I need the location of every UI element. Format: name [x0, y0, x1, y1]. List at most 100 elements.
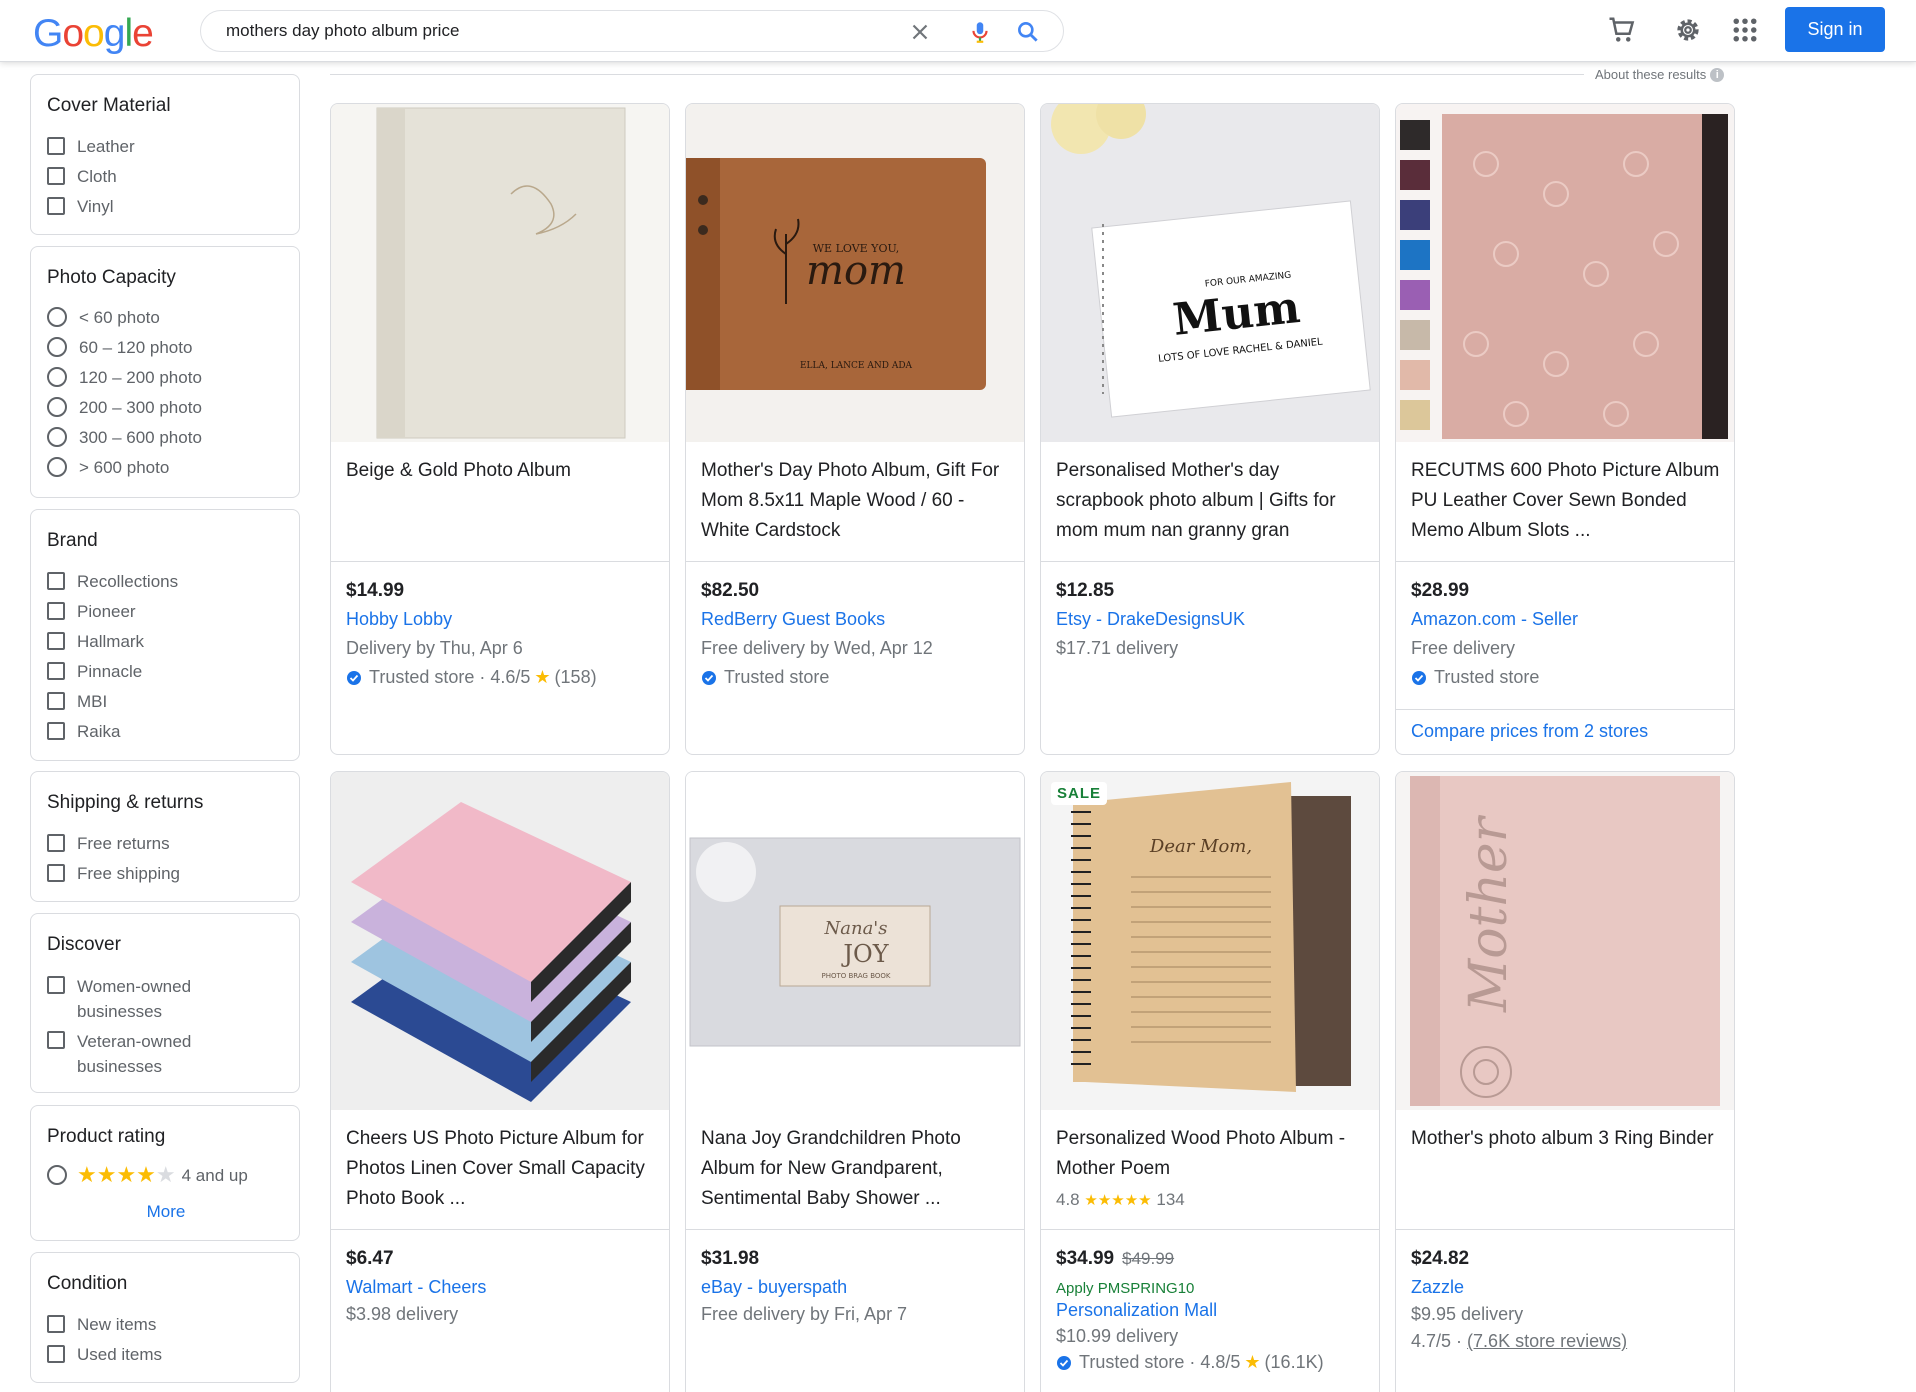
price: $31.98 — [701, 1248, 760, 1269]
product-title[interactable]: Cheers US Photo Picture Album for Photos… — [346, 1124, 658, 1214]
product-title[interactable]: Beige & Gold Photo Album — [346, 456, 658, 486]
filter-option-capacity[interactable]: 60 – 120 photo — [47, 336, 192, 360]
product-card[interactable]: Beige & Gold Photo Album $14.99 Hobby Lo… — [330, 103, 670, 755]
search-icon[interactable] — [1015, 19, 1041, 45]
checkbox[interactable] — [47, 662, 65, 680]
product-image[interactable]: Mum FOR OUR AMAZING LOTS OF LOVE RACHEL … — [1041, 104, 1379, 442]
filter-option-women-owned[interactable]: Women-owned businesses — [47, 974, 237, 1024]
trusted-store: Trusted store · 4.8/5 ★ (16.1K) — [1056, 1352, 1324, 1373]
product-card[interactable]: Mother Mother's photo album 3 Ring Binde… — [1395, 771, 1735, 1392]
checkbox[interactable] — [47, 1345, 65, 1363]
compare-prices-link[interactable]: Compare prices from 2 stores — [1411, 721, 1648, 742]
store-link[interactable]: Amazon.com - Seller — [1411, 609, 1578, 630]
product-card[interactable]: mom WE LOVE YOU, ELLA, LANCE AND ADA Mot… — [685, 103, 1025, 755]
radio[interactable] — [47, 397, 67, 417]
filter-option-brand[interactable]: MBI — [47, 690, 107, 714]
more-link[interactable]: More — [31, 1202, 301, 1222]
about-results[interactable]: About these results i — [1595, 67, 1725, 82]
radio[interactable] — [47, 307, 67, 327]
store-link[interactable]: RedBerry Guest Books — [701, 609, 885, 630]
product-image[interactable] — [331, 772, 669, 1110]
checkbox[interactable] — [47, 602, 65, 620]
checkbox[interactable] — [47, 1031, 65, 1049]
radio[interactable] — [47, 1165, 67, 1185]
checkbox[interactable] — [47, 572, 65, 590]
product-title[interactable]: Nana Joy Grandchildren Photo Album for N… — [701, 1124, 1013, 1214]
product-title[interactable]: Mother's Day Photo Album, Gift For Mom 8… — [701, 456, 1013, 546]
divider — [686, 1229, 1024, 1230]
option-label: 300 – 600 photo — [79, 428, 202, 447]
search-input[interactable] — [226, 20, 866, 42]
price: $24.82 — [1411, 1248, 1470, 1269]
apps-icon[interactable] — [1730, 15, 1760, 45]
checkbox[interactable] — [47, 692, 65, 710]
checkbox[interactable] — [47, 834, 65, 852]
filter-option-veteran-owned[interactable]: Veteran-owned businesses — [47, 1029, 237, 1079]
checkbox[interactable] — [47, 1315, 65, 1333]
product-image[interactable]: Nana's JOY PHOTO BRAG BOOK — [686, 772, 1024, 1110]
filter-option-rating[interactable]: ★★★★★ 4 and up — [47, 1164, 248, 1188]
google-logo[interactable]: Google — [33, 12, 154, 56]
filter-option-free-returns[interactable]: Free returns — [47, 832, 170, 856]
filter-option-leather[interactable]: Leather — [47, 135, 135, 159]
filter-option-brand[interactable]: Pinnacle — [47, 660, 142, 684]
product-card[interactable]: RECUTMS 600 Photo Picture Album PU Leath… — [1395, 103, 1735, 755]
store-reviews-link[interactable]: (7.6K store reviews) — [1467, 1331, 1627, 1351]
filter-option-cloth[interactable]: Cloth — [47, 165, 117, 189]
filter-option-new[interactable]: New items — [47, 1313, 156, 1337]
product-title[interactable]: Personalised Mother's day scrapbook phot… — [1056, 456, 1368, 546]
store-link[interactable]: Hobby Lobby — [346, 609, 452, 630]
filter-option-capacity[interactable]: < 60 photo — [47, 306, 160, 330]
radio[interactable] — [47, 367, 67, 387]
checkbox[interactable] — [47, 722, 65, 740]
radio[interactable] — [47, 457, 67, 477]
product-image[interactable] — [331, 104, 669, 442]
cart-icon[interactable] — [1607, 15, 1637, 45]
filter-option-free-shipping[interactable]: Free shipping — [47, 862, 180, 886]
divider — [1396, 1229, 1734, 1230]
product-title[interactable]: Mother's photo album 3 Ring Binder — [1411, 1124, 1723, 1154]
filter-option-capacity[interactable]: 300 – 600 photo — [47, 426, 202, 450]
gear-icon[interactable] — [1673, 15, 1703, 45]
filter-option-capacity[interactable]: 200 – 300 photo — [47, 396, 202, 420]
clear-icon[interactable] — [907, 19, 933, 45]
product-image[interactable]: Dear Mom, SALE — [1041, 772, 1379, 1110]
radio[interactable] — [47, 337, 67, 357]
filter-option-brand[interactable]: Recollections — [47, 570, 178, 594]
radio[interactable] — [47, 427, 67, 447]
checkbox[interactable] — [47, 197, 65, 215]
product-card[interactable]: Nana's JOY PHOTO BRAG BOOK Nana Joy Gran… — [685, 771, 1025, 1392]
product-image[interactable]: mom WE LOVE YOU, ELLA, LANCE AND ADA — [686, 104, 1024, 442]
store-link[interactable]: Personalization Mall — [1056, 1300, 1217, 1321]
store-link[interactable]: eBay - buyerspath — [701, 1277, 847, 1298]
product-card[interactable]: Cheers US Photo Picture Album for Photos… — [330, 771, 670, 1392]
checkbox[interactable] — [47, 137, 65, 155]
product-title[interactable]: RECUTMS 600 Photo Picture Album PU Leath… — [1411, 456, 1723, 546]
product-card[interactable]: Mum FOR OUR AMAZING LOTS OF LOVE RACHEL … — [1040, 103, 1380, 755]
filter-option-brand[interactable]: Raika — [47, 720, 120, 744]
store-link[interactable]: Zazzle — [1411, 1277, 1464, 1298]
mic-icon[interactable] — [967, 19, 993, 45]
store-link[interactable]: Walmart - Cheers — [346, 1277, 486, 1298]
option-label: > 600 photo — [79, 458, 170, 477]
product-image[interactable] — [1396, 104, 1734, 442]
sign-in-button[interactable]: Sign in — [1785, 7, 1885, 52]
store-link[interactable]: Etsy - DrakeDesignsUK — [1056, 609, 1245, 630]
filter-option-capacity[interactable]: 120 – 200 photo — [47, 366, 202, 390]
filter-option-vinyl[interactable]: Vinyl — [47, 195, 114, 219]
checkbox[interactable] — [47, 167, 65, 185]
filter-option-brand[interactable]: Hallmark — [47, 630, 144, 654]
checkbox[interactable] — [47, 976, 65, 994]
filter-option-capacity[interactable]: > 600 photo — [47, 456, 169, 480]
top-bar: Google Sign in — [0, 0, 1916, 62]
verified-icon — [347, 670, 361, 685]
search-box[interactable] — [200, 10, 1064, 52]
checkbox[interactable] — [47, 632, 65, 650]
star-icon: ★ — [534, 667, 551, 687]
product-image[interactable]: Mother — [1396, 772, 1734, 1110]
checkbox[interactable] — [47, 864, 65, 882]
product-title[interactable]: Personalized Wood Photo Album - Mother P… — [1056, 1124, 1368, 1184]
product-card[interactable]: Dear Mom, SALE Personalized Wood Photo A… — [1040, 771, 1380, 1392]
filter-option-used[interactable]: Used items — [47, 1343, 162, 1367]
filter-option-brand[interactable]: Pioneer — [47, 600, 136, 624]
